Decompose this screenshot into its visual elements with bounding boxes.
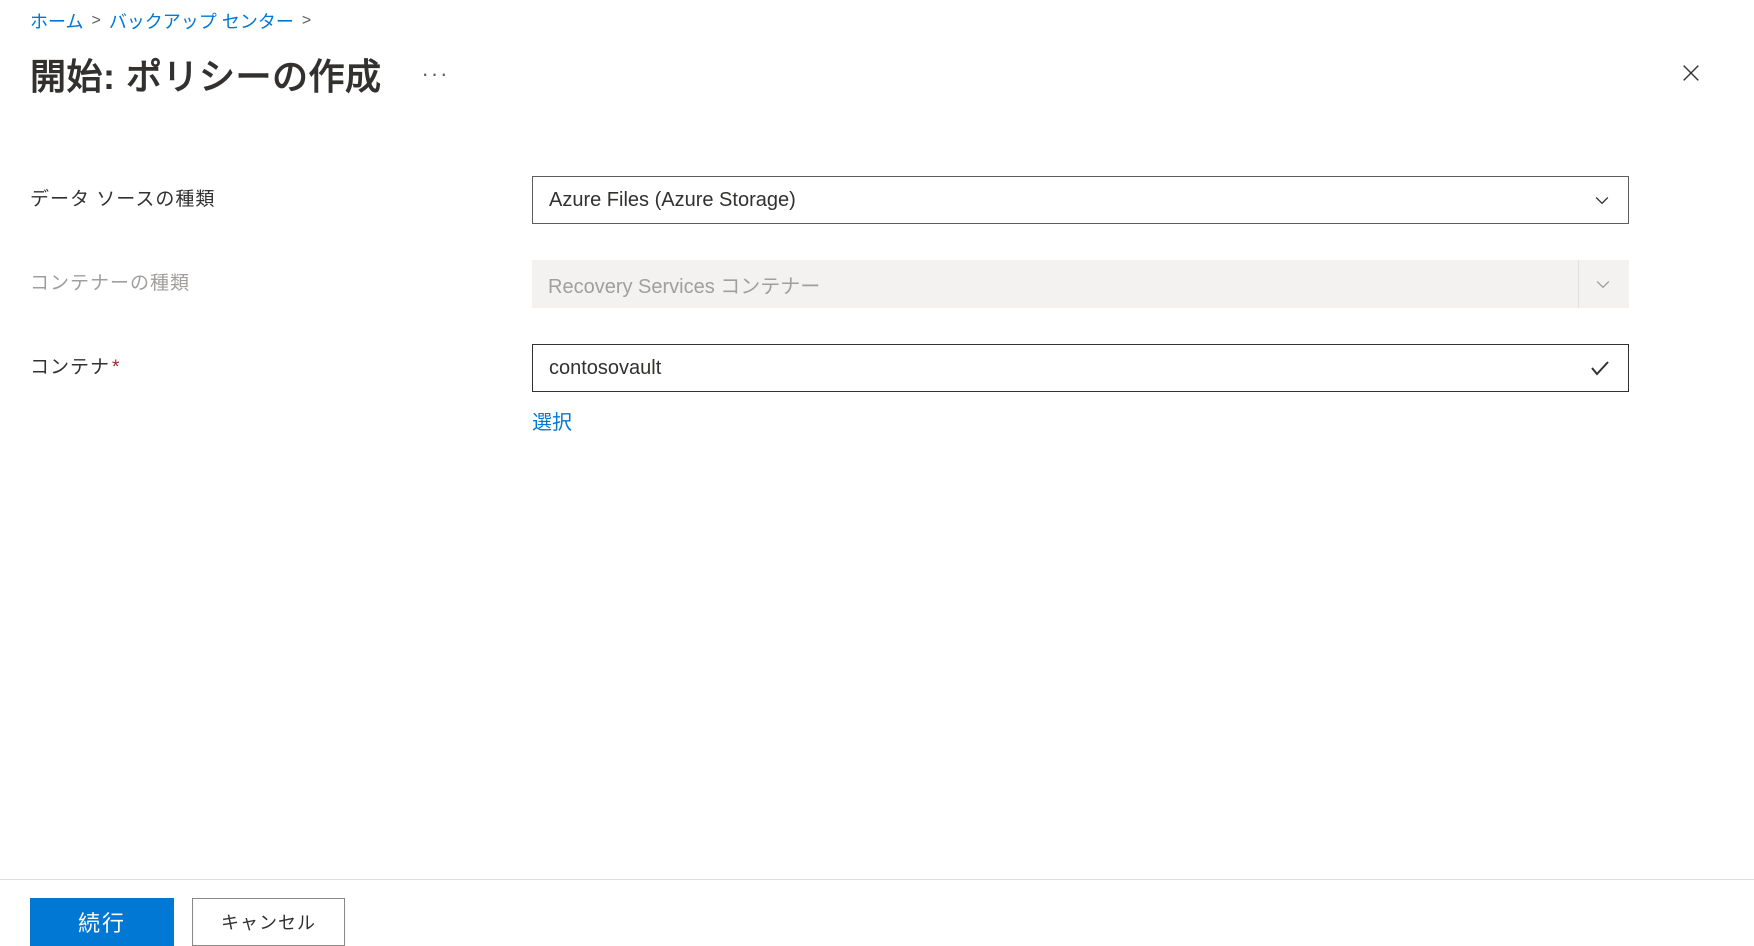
breadcrumb-backup-center[interactable]: バックアップ センター bbox=[109, 8, 294, 34]
close-icon bbox=[1680, 62, 1702, 84]
checkmark-icon bbox=[1588, 356, 1612, 380]
datasource-type-value: Azure Files (Azure Storage) bbox=[549, 189, 1592, 212]
cancel-button[interactable]: キャンセル bbox=[192, 898, 345, 946]
select-container-link[interactable]: 選択 bbox=[532, 406, 572, 435]
chevron-down-icon bbox=[1592, 190, 1612, 210]
required-indicator: * bbox=[112, 357, 120, 378]
more-actions-button[interactable]: ··· bbox=[422, 61, 450, 87]
datasource-type-label: データ ソースの種類 bbox=[30, 176, 532, 211]
breadcrumb: ホーム > バックアップ センター > bbox=[0, 0, 1754, 38]
container-label: コンテナ* bbox=[30, 344, 532, 379]
chevron-down-icon bbox=[1593, 274, 1613, 294]
header: 開始: ポリシーの作成 ··· bbox=[0, 38, 1754, 136]
container-value: contosovault bbox=[549, 357, 1588, 380]
footer: 続行 キャンセル bbox=[0, 879, 1754, 946]
container-type-row: コンテナーの種類 Recovery Services コンテナー bbox=[30, 260, 1724, 308]
container-type-dropdown: Recovery Services コンテナー bbox=[532, 260, 1629, 308]
datasource-type-dropdown[interactable]: Azure Files (Azure Storage) bbox=[532, 176, 1629, 224]
form: データ ソースの種類 Azure Files (Azure Storage) コ… bbox=[0, 136, 1754, 435]
container-type-label: コンテナーの種類 bbox=[30, 260, 532, 295]
continue-button[interactable]: 続行 bbox=[30, 898, 174, 946]
close-button[interactable] bbox=[1672, 54, 1710, 95]
breadcrumb-separator-icon: > bbox=[91, 12, 100, 30]
breadcrumb-home[interactable]: ホーム bbox=[30, 8, 83, 34]
breadcrumb-separator-icon: > bbox=[302, 12, 311, 30]
datasource-type-row: データ ソースの種類 Azure Files (Azure Storage) bbox=[30, 176, 1724, 224]
page-title: 開始: ポリシーの作成 bbox=[30, 48, 382, 100]
container-dropdown[interactable]: contosovault bbox=[532, 344, 1629, 392]
container-type-value: Recovery Services コンテナー bbox=[548, 270, 1578, 299]
container-row: コンテナ* contosovault 選択 bbox=[30, 344, 1724, 435]
